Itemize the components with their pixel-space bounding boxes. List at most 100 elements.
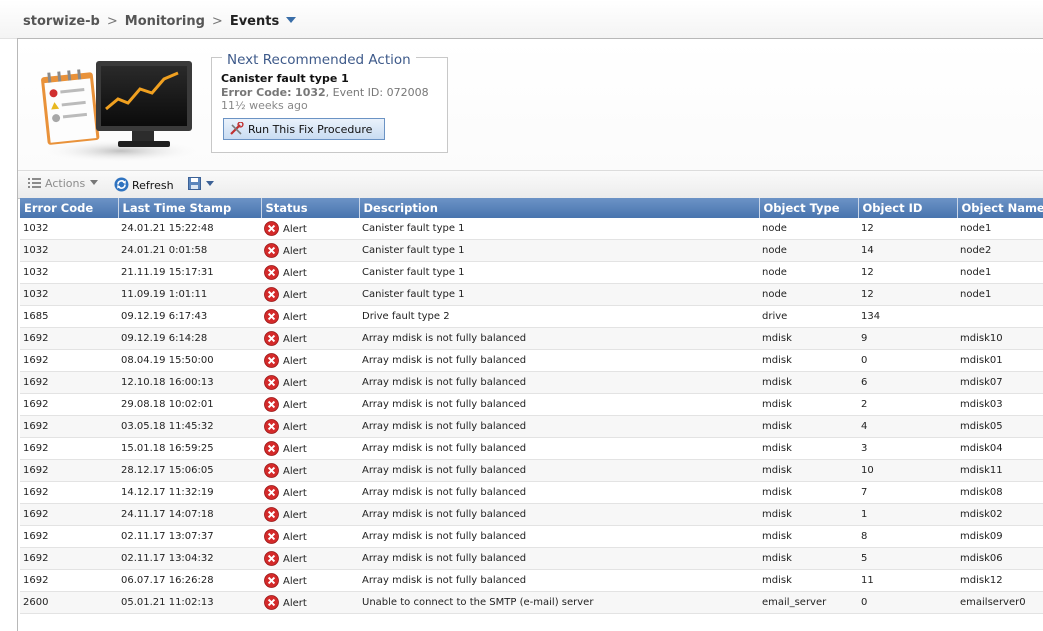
status-cell: Alert [261, 371, 359, 394]
alert-x-icon [264, 463, 279, 478]
table-row[interactable]: 2600 05.01.21 11:02:13 Alert Unable to conn… [20, 591, 1043, 614]
save-icon [188, 177, 201, 190]
status-label: Alert [283, 334, 307, 345]
status-label: Alert [283, 510, 307, 521]
column-header-error-code[interactable]: Error Code [20, 198, 119, 218]
description-cell: Drive fault type 2 [359, 305, 759, 328]
object-type-cell: mdisk [759, 547, 858, 570]
object-id-cell: 5 [858, 547, 957, 570]
object-name-cell: node1 [957, 283, 1043, 306]
status-label: Alert [283, 532, 307, 543]
description-cell: Canister fault type 1 [359, 261, 759, 284]
description-cell: Array mdisk is not fully balanced [359, 437, 759, 460]
run-fix-procedure-button[interactable]: Run This Fix Procedure [223, 118, 385, 140]
description-cell: Array mdisk is not fully balanced [359, 371, 759, 394]
table-row[interactable]: 1692 15.01.18 16:59:25 Alert Array mdisk is… [20, 437, 1043, 460]
table-row[interactable]: 1032 24.01.21 0:01:58 Alert Canister fault … [20, 239, 1043, 262]
table-row[interactable]: 1032 21.11.19 15:17:31 Alert Canister fault… [20, 261, 1043, 284]
object-name-cell: mdisk03 [957, 393, 1043, 416]
actions-menu-button[interactable]: Actions [28, 177, 99, 190]
alert-x-icon [264, 287, 279, 302]
object-name-cell: node2 [957, 239, 1043, 262]
table-row[interactable]: 1032 11.09.19 1:01:11 Alert Canister fault … [20, 283, 1043, 306]
refresh-button[interactable]: Refresh [114, 177, 174, 192]
table-row[interactable]: 1685 09.12.19 6:17:43 Alert Drive fault typ… [20, 305, 1043, 328]
recommended-action-heading: Next Recommended Action [222, 52, 416, 68]
breadcrumb-monitoring[interactable]: Monitoring [125, 14, 205, 29]
status-label: Alert [283, 598, 307, 609]
description-cell: Array mdisk is not fully balanced [359, 415, 759, 438]
timestamp-cell: 08.04.19 15:50:00 [118, 349, 261, 372]
timestamp-cell: 24.01.21 0:01:58 [118, 239, 261, 262]
table-row[interactable]: 1692 28.12.17 15:06:05 Alert Array mdisk is… [20, 459, 1043, 482]
save-menu-button[interactable] [188, 177, 214, 191]
status-label: Alert [283, 224, 307, 235]
table-row[interactable]: 1692 02.11.17 13:04:32 Alert Array mdisk is… [20, 547, 1043, 570]
alert-x-icon [264, 573, 279, 588]
chevron-down-icon[interactable] [286, 17, 297, 23]
table-row[interactable]: 1692 09.12.19 6:14:28 Alert Array mdisk is … [20, 327, 1043, 350]
breadcrumb-separator: > [211, 14, 223, 29]
column-header-last-time-stamp[interactable]: Last Time Stamp [118, 198, 262, 218]
alert-x-icon [264, 221, 279, 236]
table-row[interactable]: 1692 08.04.19 15:50:00 Alert Array mdisk is… [20, 349, 1043, 372]
table-row[interactable]: 1692 02.11.17 13:07:37 Alert Array mdisk is… [20, 525, 1043, 548]
status-cell: Alert [261, 305, 359, 328]
refresh-label: Refresh [132, 179, 174, 192]
status-label: Alert [283, 466, 307, 477]
column-header-status[interactable]: Status [261, 198, 360, 218]
table-row[interactable]: 1032 24.01.21 15:22:48 Alert Canister fault… [20, 218, 1043, 240]
object-name-cell: mdisk11 [957, 459, 1043, 482]
table-row[interactable]: 1692 24.11.17 14:07:18 Alert Array mdisk is… [20, 503, 1043, 526]
object-name-cell: mdisk10 [957, 327, 1043, 350]
error-code-cell: 1692 [20, 547, 118, 570]
table-row[interactable]: 1692 12.10.18 16:00:13 Alert Array mdisk is… [20, 371, 1043, 394]
breadcrumb-separator: > [106, 14, 118, 29]
description-cell: Array mdisk is not fully balanced [359, 569, 759, 592]
column-header-object-name[interactable]: Object Name [957, 198, 1043, 218]
table-row[interactable]: 1692 14.12.17 11:32:19 Alert Array mdisk is… [20, 481, 1043, 504]
object-type-cell: node [759, 261, 858, 284]
object-id-cell: 2 [858, 393, 957, 416]
status-label: Alert [283, 312, 307, 323]
table-row[interactable]: 1692 29.08.18 10:02:01 Alert Array mdisk is… [20, 393, 1043, 416]
wrench-icon [230, 122, 244, 135]
status-cell: Alert [261, 503, 359, 526]
object-name-cell: mdisk04 [957, 437, 1043, 460]
object-id-cell: 11 [858, 569, 957, 592]
description-cell: Array mdisk is not fully balanced [359, 503, 759, 526]
object-id-cell: 0 [858, 591, 957, 614]
error-code-cell: 1032 [20, 261, 118, 284]
error-code-cell: 1692 [20, 525, 118, 548]
error-code-cell: 1692 [20, 371, 118, 394]
status-label: Alert [283, 246, 307, 257]
timestamp-cell: 02.11.17 13:07:37 [118, 525, 261, 548]
table-row[interactable]: 1692 03.05.18 11:45:32 Alert Array mdisk is… [20, 415, 1043, 438]
breadcrumb-system[interactable]: storwize-b [23, 14, 100, 29]
alert-x-icon [264, 551, 279, 566]
object-type-cell: node [759, 283, 858, 306]
object-type-cell: node [759, 239, 858, 262]
table-row[interactable]: 1692 06.07.17 16:26:28 Alert Array mdisk is… [20, 569, 1043, 592]
status-label: Alert [283, 554, 307, 565]
object-id-cell: 3 [858, 437, 957, 460]
alert-x-icon [264, 397, 279, 412]
breadcrumb-events[interactable]: Events [230, 14, 279, 29]
alert-x-icon [264, 595, 279, 610]
object-id-cell: 7 [858, 481, 957, 504]
column-header-object-type[interactable]: Object Type [759, 198, 859, 218]
object-name-cell: node1 [957, 261, 1043, 284]
status-label: Alert [283, 488, 307, 499]
error-code-cell: 2600 [20, 591, 118, 614]
object-id-cell: 12 [858, 261, 957, 284]
description-cell: Array mdisk is not fully balanced [359, 327, 759, 350]
column-header-description[interactable]: Description [359, 198, 760, 218]
object-type-cell: mdisk [759, 503, 858, 526]
object-type-cell: mdisk [759, 415, 858, 438]
timestamp-cell: 24.01.21 15:22:48 [118, 218, 261, 240]
object-type-cell: mdisk [759, 459, 858, 482]
error-code-cell: 1692 [20, 481, 118, 504]
column-header-object-id[interactable]: Object ID [858, 198, 958, 218]
timestamp-cell: 28.12.17 15:06:05 [118, 459, 261, 482]
object-name-cell: emailserver0 [957, 591, 1043, 614]
